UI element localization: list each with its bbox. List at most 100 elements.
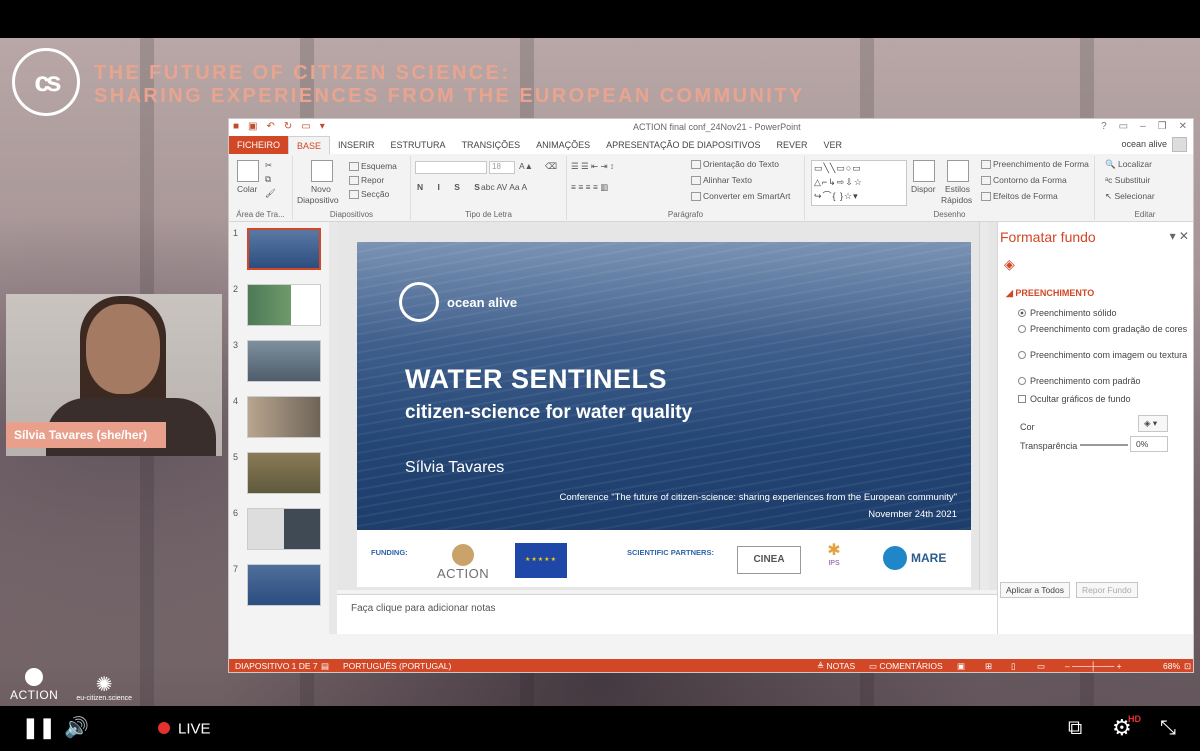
radio-button[interactable] <box>1018 351 1026 359</box>
tab-apresentacao[interactable]: APRESENTAÇÃO DE DIAPOSITIVOS <box>598 136 768 154</box>
restore-icon[interactable]: ❐ <box>1158 121 1167 132</box>
slide-thumbnail[interactable] <box>247 396 321 438</box>
option-solid-fill[interactable]: Preenchimento sólido <box>1018 308 1188 319</box>
notes-toggle[interactable]: ≜ NOTAS <box>817 661 855 672</box>
view-slideshow-icon[interactable]: ▭ <box>1037 661 1045 672</box>
hide-background-graphics[interactable]: Ocultar gráficos de fundo <box>1018 394 1188 405</box>
slide-thumbnail[interactable] <box>247 228 321 270</box>
thumbnail-row[interactable]: 4 <box>233 396 321 438</box>
replace-button[interactable]: ᵃc Substituir <box>1105 175 1150 185</box>
customize-qat-icon[interactable]: ▾ <box>320 121 325 132</box>
option-pattern-fill[interactable]: Preenchimento com padrão <box>1018 376 1188 387</box>
undo-icon[interactable]: ↶ <box>267 121 275 132</box>
thumbnails-scrollbar[interactable] <box>329 222 337 634</box>
text-direction-button[interactable]: Orientação do Texto <box>691 159 779 170</box>
avatar[interactable] <box>1172 137 1187 152</box>
minimize-icon[interactable]: – <box>1140 121 1146 132</box>
fill-bucket-icon[interactable]: ◈ <box>1004 256 1015 273</box>
font-style-buttons[interactable]: N I S S <box>417 182 486 192</box>
format-painter-icon[interactable]: 🖌 <box>265 188 276 199</box>
thumbnail-row[interactable]: 7 <box>233 564 321 606</box>
fill-section-header[interactable]: ◢ PREENCHIMENTO <box>1006 288 1094 299</box>
slide-scrollbar[interactable] <box>979 222 989 590</box>
ribbon-display-icon[interactable]: ▭ <box>1119 121 1128 132</box>
paste-button[interactable]: Colar <box>237 184 257 194</box>
slide-thumbnail[interactable] <box>247 564 321 606</box>
quick-styles-icon[interactable] <box>947 160 969 182</box>
tab-ver[interactable]: VER <box>815 136 850 154</box>
exit-fullscreen-icon[interactable]: ⤡ <box>1160 706 1176 750</box>
view-reading-icon[interactable]: ▯ <box>1011 661 1016 672</box>
zoom-slider[interactable]: – ───┼─── + <box>1065 661 1122 671</box>
tab-animacoes[interactable]: ANIMAÇÕES <box>528 136 598 154</box>
tab-base[interactable]: BASE <box>288 136 331 154</box>
shape-fill-button[interactable]: Preenchimento de Forma <box>981 159 1089 170</box>
view-sorter-icon[interactable]: ⊞ <box>985 661 992 672</box>
redo-icon[interactable]: ↻ <box>284 121 292 132</box>
arrange-icon[interactable] <box>913 160 935 182</box>
select-button[interactable]: ↖ Selecionar <box>1105 191 1155 202</box>
smartart-button[interactable]: Converter em SmartArt <box>691 191 790 202</box>
pause-icon[interactable]: ❚❚ <box>22 706 56 750</box>
transparency-slider[interactable] <box>1080 444 1128 446</box>
comments-toggle[interactable]: ▭ COMENTÁRIOS <box>869 661 943 672</box>
notes-pane[interactable]: Faça clique para adicionar notas <box>337 594 997 634</box>
current-slide[interactable]: ocean alive WATER SENTINELS citizen-scie… <box>357 242 971 587</box>
font-color-icon[interactable]: abc AV Aa A <box>481 182 527 192</box>
tab-ficheiro[interactable]: FICHEIRO <box>229 136 289 154</box>
help-icon[interactable]: ? <box>1101 121 1107 132</box>
tab-inserir[interactable]: INSERIR <box>330 136 383 154</box>
tab-rever[interactable]: REVER <box>768 136 815 154</box>
save-icon[interactable]: ▣ <box>248 121 257 132</box>
fit-to-window-icon[interactable]: ⊡ <box>1184 661 1191 672</box>
quick-styles-button[interactable]: Estilos <box>945 184 970 194</box>
cut-icon[interactable]: ✂ <box>265 160 272 171</box>
user-name[interactable]: ocean alive <box>1121 139 1167 149</box>
grow-font-icon[interactable]: A▲ <box>519 161 533 171</box>
checkbox[interactable] <box>1018 395 1026 403</box>
font-size-select[interactable]: 18 <box>489 161 515 174</box>
slide-thumbnail[interactable] <box>247 340 321 382</box>
new-slide-button[interactable]: Novo <box>311 184 331 194</box>
copy-icon[interactable]: ⧉ <box>265 174 271 185</box>
start-slideshow-icon[interactable]: ▭ <box>301 121 310 132</box>
close-icon[interactable]: ▾ ✕ <box>1170 229 1189 243</box>
bullets-icon[interactable]: ☰ ☰ ⇤ ⇥ ↕ <box>571 161 614 172</box>
reset-button[interactable]: Repor <box>349 175 384 186</box>
new-slide-button-label[interactable]: Diapositivo <box>297 195 339 205</box>
radio-button[interactable] <box>1018 325 1026 333</box>
font-family-select[interactable] <box>415 161 487 174</box>
shape-outline-button[interactable]: Contorno da Forma <box>981 175 1067 186</box>
option-picture-fill[interactable]: Preenchimento com imagem ou textura <box>1018 350 1188 361</box>
slide-thumbnail[interactable] <box>247 284 321 326</box>
shape-effects-button[interactable]: Efeitos de Forma <box>981 191 1058 202</box>
spellcheck-icon[interactable]: ▤ <box>321 661 329 672</box>
tab-transicoes[interactable]: TRANSIÇÕES <box>454 136 529 154</box>
apply-to-all-button[interactable]: Aplicar a Todos <box>1000 582 1070 598</box>
language-indicator[interactable]: PORTUGUÊS (PORTUGAL) <box>343 661 451 671</box>
zoom-level[interactable]: 68% <box>1163 661 1180 671</box>
thumbnail-row[interactable]: 5 <box>233 452 321 494</box>
arrange-button[interactable]: Dispor <box>911 184 936 194</box>
thumbnail-row[interactable]: 6 <box>233 508 321 550</box>
radio-button[interactable] <box>1018 309 1026 317</box>
align-icons[interactable]: ≡ ≡ ≡ ≡ ▥ <box>571 182 608 193</box>
settings-gear-icon[interactable]: ⚙ <box>1112 706 1132 750</box>
reset-background-button[interactable]: Repor Fundo <box>1076 582 1138 598</box>
option-gradient-fill[interactable]: Preenchimento com gradação de cores <box>1018 324 1188 335</box>
quick-styles-label[interactable]: Rápidos <box>941 195 972 205</box>
thumbnail-row[interactable]: 1 <box>233 228 321 270</box>
find-button[interactable]: 🔍 Localizar <box>1105 159 1152 170</box>
slide-thumbnail[interactable] <box>247 508 321 550</box>
paste-icon[interactable] <box>237 160 259 182</box>
volume-icon[interactable]: 🔊 <box>64 706 89 750</box>
picture-in-picture-icon[interactable]: ⧉ <box>1068 706 1082 750</box>
color-picker-button[interactable]: ◈ ▾ <box>1138 415 1168 432</box>
close-icon[interactable]: ✕ <box>1179 121 1187 132</box>
view-normal-icon[interactable]: ▣ <box>957 661 965 672</box>
new-slide-icon[interactable] <box>311 160 333 182</box>
align-text-button[interactable]: Alinhar Texto <box>691 175 752 186</box>
slide-thumbnail[interactable] <box>247 452 321 494</box>
thumbnail-row[interactable]: 2 <box>233 284 321 326</box>
shapes-gallery[interactable]: ▭╲╲▭○▭ △⌐↳⇨⇩☆ ↪⌒{ }☆▾ <box>811 160 907 206</box>
